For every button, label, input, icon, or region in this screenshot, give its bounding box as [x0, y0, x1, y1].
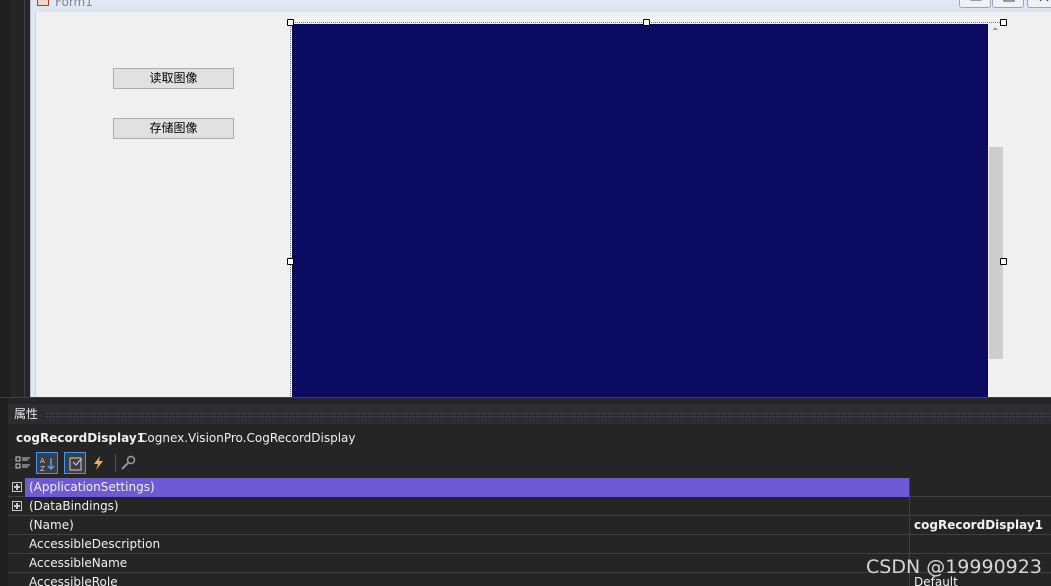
panel-left-strip — [0, 398, 8, 586]
property-row-accessible-description[interactable]: AccessibleDescription — [8, 535, 1051, 554]
properties-toolbar: A Z — [8, 450, 1051, 476]
resize-handle-top-left[interactable] — [287, 19, 294, 26]
form-title: Form1 — [55, 0, 93, 9]
form-designer-surface: Form1 读取图像 存储图像 ⌃ — [0, 0, 1051, 397]
save-image-button[interactable]: 存储图像 — [113, 118, 234, 139]
selected-object-name: cogRecordDisplay1 — [16, 431, 146, 445]
close-icon — [1039, 0, 1049, 2]
scroll-up-arrow-icon[interactable]: ⌃ — [991, 28, 999, 38]
svg-text:A: A — [40, 457, 45, 465]
property-name: AccessibleName — [29, 556, 128, 570]
form-app-icon — [37, 0, 49, 6]
maximize-button[interactable] — [992, 0, 1024, 8]
property-name: (DataBindings) — [29, 499, 119, 513]
property-row-data-bindings[interactable]: (DataBindings) — [8, 497, 1051, 516]
gutter-divider — [24, 0, 25, 397]
property-value[interactable] — [909, 497, 1051, 516]
properties-button[interactable] — [64, 452, 86, 474]
categorized-button[interactable] — [12, 452, 34, 474]
resize-handle-left[interactable] — [287, 258, 294, 265]
property-name: AccessibleDescription — [29, 537, 161, 551]
resize-handle-right[interactable] — [1000, 258, 1007, 265]
cog-record-display[interactable] — [292, 24, 988, 397]
svg-text:Z: Z — [40, 465, 45, 472]
events-icon — [94, 456, 103, 470]
panel-title: 属性 — [14, 407, 39, 421]
resize-handle-top[interactable] — [643, 19, 650, 26]
object-selector[interactable]: cogRecordDisplay1 Cognex.VisionPro.CogRe… — [8, 427, 1051, 449]
close-button[interactable] — [1027, 0, 1051, 8]
property-name: AccessibleRole — [29, 575, 118, 586]
categorized-icon — [15, 456, 30, 469]
maximize-icon — [1003, 0, 1015, 2]
property-pages-icon — [121, 455, 136, 470]
property-name: (ApplicationSettings) — [25, 478, 909, 497]
panel-grip[interactable] — [46, 412, 1051, 417]
form-titlebar[interactable]: Form1 — [31, 0, 1051, 12]
property-value[interactable] — [909, 535, 1051, 554]
events-button[interactable] — [88, 452, 110, 474]
expand-icon[interactable] — [12, 501, 22, 511]
property-value[interactable]: cogRecordDisplay1 — [909, 516, 1051, 535]
display-vertical-scrollbar[interactable]: ⌃ — [988, 24, 1004, 397]
minimize-icon — [970, 0, 982, 1]
left-gutter — [0, 0, 10, 397]
scroll-thumb[interactable] — [989, 147, 1003, 359]
alphabetical-icon: A Z — [40, 457, 55, 472]
toolbar-separator — [115, 454, 116, 472]
property-row-application-settings[interactable]: (ApplicationSettings) — [8, 478, 1051, 497]
selected-object-type: Cognex.VisionPro.CogRecordDisplay — [139, 431, 356, 445]
visual-studio-window: Form1 读取图像 存储图像 ⌃ 属性 cogRecordDisplay1 C… — [0, 0, 1051, 586]
csdn-watermark: CSDN @19990923 — [866, 556, 1042, 578]
properties-panel-header[interactable]: 属性 — [8, 404, 1051, 424]
properties-icon — [69, 457, 82, 471]
form1-window[interactable]: Form1 读取图像 存储图像 ⌃ — [30, 0, 1051, 397]
property-value[interactable] — [909, 478, 1051, 497]
property-row-name[interactable]: (Name) cogRecordDisplay1 — [8, 516, 1051, 535]
resize-handle-top-right[interactable] — [1000, 19, 1007, 26]
property-pages-button[interactable] — [117, 452, 139, 474]
form-client-area: 读取图像 存储图像 ⌃ — [35, 12, 1051, 397]
expand-icon[interactable] — [12, 482, 22, 492]
read-image-button[interactable]: 读取图像 — [113, 68, 234, 89]
alphabetical-button[interactable]: A Z — [36, 452, 58, 474]
property-name: (Name) — [29, 518, 74, 532]
minimize-button[interactable] — [959, 0, 991, 8]
